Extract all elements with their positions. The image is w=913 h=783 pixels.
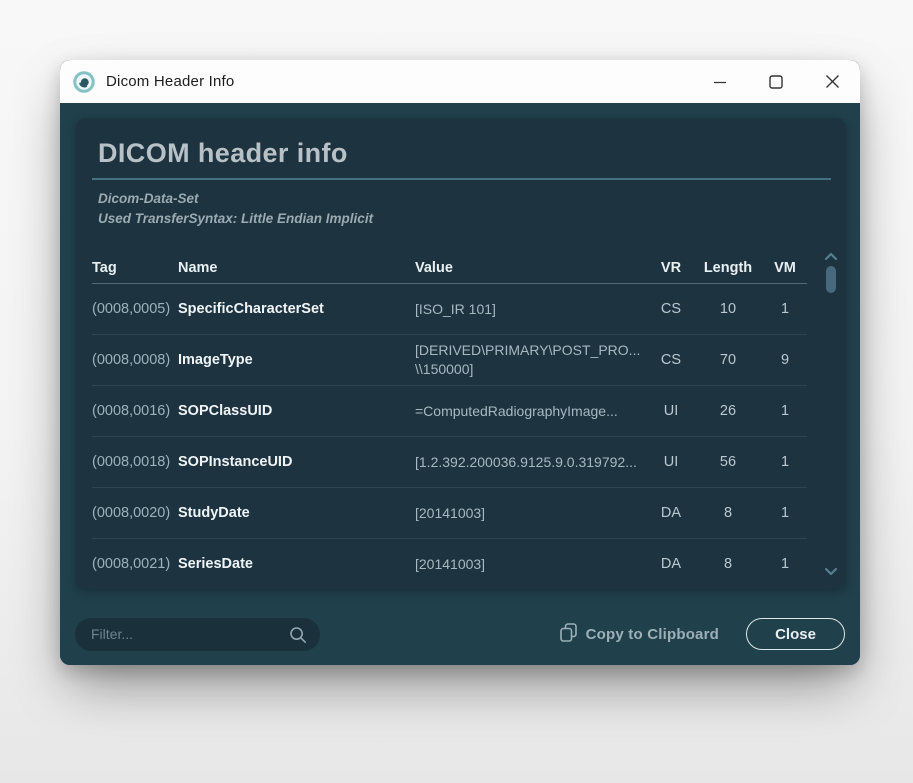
minimize-icon — [713, 75, 727, 89]
close-window-button[interactable] — [804, 60, 860, 103]
maximize-button[interactable] — [748, 60, 804, 103]
dicom-header-info-window: Dicom Header Info DICOM header info Dico… — [60, 60, 860, 665]
cell-vr: DA — [649, 556, 693, 572]
app-logo-icon — [73, 71, 95, 93]
table-row[interactable]: (0008,0021) SeriesDate [20141003] DA 8 1 — [92, 539, 807, 589]
cell-vr: CS — [649, 301, 693, 317]
titlebar[interactable]: Dicom Header Info — [60, 60, 860, 103]
column-header-length: Length — [693, 260, 763, 276]
heading-wrap: DICOM header info — [92, 138, 831, 180]
column-header-tag: Tag — [92, 260, 178, 276]
table-scrollbar[interactable] — [823, 249, 839, 577]
scroll-down-button[interactable] — [824, 565, 838, 577]
cell-name: StudyDate — [178, 505, 415, 521]
chevron-up-icon — [824, 249, 838, 264]
cell-name: SpecificCharacterSet — [178, 301, 415, 317]
cell-name: ImageType — [178, 352, 415, 368]
scrollbar-thumb[interactable] — [826, 266, 836, 293]
table-row[interactable]: (0008,0020) StudyDate [20141003] DA 8 1 — [92, 488, 807, 539]
dicom-tag-table: Tag Name Value VR Length VM (0008,0005) … — [92, 253, 807, 589]
cell-vr: UI — [649, 454, 693, 470]
cell-length: 26 — [693, 403, 763, 419]
cell-name: SOPInstanceUID — [178, 454, 415, 470]
copy-to-clipboard-button[interactable]: Copy to Clipboard — [560, 623, 719, 645]
content-panel: DICOM header info Dicom-Data-Set Used Tr… — [76, 118, 846, 589]
minimize-button[interactable] — [692, 60, 748, 103]
cell-vr: UI — [649, 403, 693, 419]
cell-tag: (0008,0008) — [92, 352, 178, 368]
cell-length: 8 — [693, 556, 763, 572]
column-header-name: Name — [178, 260, 415, 276]
cell-length: 70 — [693, 352, 763, 368]
cell-tag: (0008,0016) — [92, 403, 178, 419]
table-header-row: Tag Name Value VR Length VM — [92, 253, 807, 284]
table-row[interactable]: (0008,0005) SpecificCharacterSet [ISO_IR… — [92, 284, 807, 335]
dataset-name: Dicom-Data-Set — [98, 189, 831, 209]
page-title: DICOM header info — [98, 138, 831, 169]
cell-tag: (0008,0018) — [92, 454, 178, 470]
cell-length: 10 — [693, 301, 763, 317]
search-icon — [289, 626, 307, 649]
close-button-label: Close — [775, 626, 816, 643]
cell-length: 56 — [693, 454, 763, 470]
filter-field-wrap — [75, 618, 320, 651]
cell-vm: 1 — [763, 505, 807, 521]
cell-value: [20141003] — [415, 504, 649, 523]
close-button[interactable]: Close — [746, 618, 845, 650]
cell-tag: (0008,0021) — [92, 556, 178, 572]
column-header-vr: VR — [649, 260, 693, 276]
cell-vm: 1 — [763, 454, 807, 470]
window-title: Dicom Header Info — [106, 73, 234, 90]
dialog-body: DICOM header info Dicom-Data-Set Used Tr… — [60, 103, 860, 665]
dialog-footer: Copy to Clipboard Close — [75, 617, 845, 651]
filter-input[interactable] — [75, 618, 320, 651]
cell-value: =ComputedRadiographyImage... — [415, 402, 649, 421]
cell-tag: (0008,0020) — [92, 505, 178, 521]
cell-value: [20141003] — [415, 555, 649, 574]
maximize-icon — [769, 75, 783, 89]
table-row[interactable]: (0008,0016) SOPClassUID =ComputedRadiogr… — [92, 386, 807, 437]
cell-vm: 1 — [763, 301, 807, 317]
column-header-vm: VM — [763, 260, 807, 276]
cell-value: [ISO_IR 101] — [415, 300, 649, 319]
cell-value: [DERIVED\PRIMARY\POST_PRO...\\150000] — [415, 341, 649, 379]
cell-name: SOPClassUID — [178, 403, 415, 419]
scroll-up-button[interactable] — [824, 249, 838, 261]
cell-value: [1.2.392.200036.9125.9.0.319792... — [415, 453, 649, 472]
copy-to-clipboard-label: Copy to Clipboard — [586, 626, 719, 643]
cell-vm: 9 — [763, 352, 807, 368]
transfer-syntax: Used TransferSyntax: Little Endian Impli… — [98, 209, 831, 229]
close-icon — [825, 74, 840, 89]
cell-vr: CS — [649, 352, 693, 368]
cell-name: SeriesDate — [178, 556, 415, 572]
chevron-down-icon — [824, 565, 838, 580]
cell-vr: DA — [649, 505, 693, 521]
column-header-value: Value — [415, 260, 649, 276]
table-row[interactable]: (0008,0008) ImageType [DERIVED\PRIMARY\P… — [92, 335, 807, 386]
cell-length: 8 — [693, 505, 763, 521]
table-row[interactable]: (0008,0018) SOPInstanceUID [1.2.392.2000… — [92, 437, 807, 488]
cell-vm: 1 — [763, 556, 807, 572]
cell-tag: (0008,0005) — [92, 301, 178, 317]
copy-icon — [560, 623, 577, 645]
dataset-info: Dicom-Data-Set Used TransferSyntax: Litt… — [98, 189, 831, 229]
cell-vm: 1 — [763, 403, 807, 419]
